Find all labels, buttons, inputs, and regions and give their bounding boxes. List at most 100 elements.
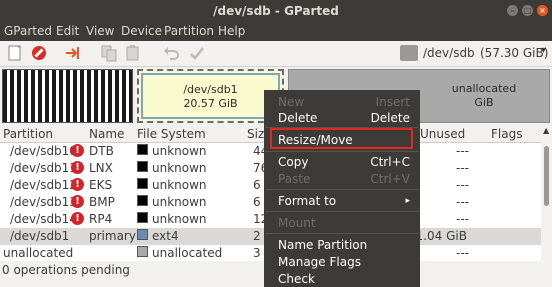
cell-filesystem: unallocated (152, 246, 223, 260)
warning-icon: ! (71, 195, 84, 208)
cell-filesystem: unknown (152, 195, 207, 209)
cell-filesystem: unknown (152, 161, 207, 175)
filesystem-color-swatch (137, 144, 148, 155)
close-icon[interactable]: × (537, 5, 548, 16)
device-selector[interactable]: /dev/sdb (57.30 GiB) ▾ (400, 43, 550, 64)
title-bar: /dev/sdb - GParted – □ × (0, 0, 552, 22)
filesystem-color-swatch (137, 195, 148, 206)
chevron-down-icon: ▾ (541, 45, 547, 56)
table-scrollbar[interactable]: ▲ (541, 126, 552, 261)
cell-unused: --- (456, 246, 469, 260)
menu-item-format-to-label: Format to (278, 194, 337, 208)
chevron-right-icon: ▸ (405, 196, 410, 206)
cell-unused: --- (456, 212, 469, 226)
menu-item-mount-label: Mount (278, 216, 316, 230)
menu-item-delete-shortcut: Delete (370, 111, 410, 125)
menu-item-paste-label: Paste (278, 172, 311, 186)
delete-partition-icon[interactable] (30, 44, 48, 62)
warning-icon: ! (71, 212, 84, 225)
operations-pending: 0 operations pending (2, 263, 130, 277)
apply-icon[interactable] (188, 44, 206, 62)
resize-move-icon[interactable] (64, 44, 82, 62)
drive-icon (400, 45, 418, 61)
cell-unused: 1.04 GiB (415, 229, 467, 243)
col-name[interactable]: Name (89, 127, 124, 141)
cell-partition: /dev/sdb1 (10, 229, 70, 243)
cell-name: LNX (89, 161, 113, 175)
device-name: /dev/sdb (423, 46, 475, 60)
cell-unused: --- (456, 178, 469, 192)
cell-size: 6 (253, 178, 261, 192)
maximize-icon[interactable]: □ (522, 5, 533, 16)
col-partition[interactable]: Partition (3, 127, 53, 141)
menu-separator (265, 189, 419, 190)
menu-item-new-shortcut: Insert (375, 95, 410, 109)
menu-separator (265, 211, 419, 212)
cell-partition: /dev/sdb13 (10, 195, 77, 209)
cell-unused: --- (456, 195, 469, 209)
filesystem-color-swatch (137, 212, 148, 223)
warning-icon: ! (71, 178, 84, 191)
scroll-up-icon[interactable]: ▲ (543, 126, 549, 135)
device-size: (57.30 GiB) (480, 46, 549, 60)
menu-help[interactable]: Help (218, 24, 245, 38)
warning-icon: ! (71, 144, 84, 157)
cell-unused: --- (456, 144, 469, 158)
small-partitions-block[interactable] (2, 69, 133, 123)
cell-name: DTB (89, 144, 114, 158)
menu-item-new-label: New (278, 95, 305, 109)
menu-item-paste-shortcut: Ctrl+V (370, 172, 410, 186)
menu-partition[interactable]: Partition (164, 24, 214, 38)
menu-item-copy-shortcut: Ctrl+C (370, 155, 410, 169)
undo-icon[interactable] (162, 44, 180, 62)
col-unused[interactable]: Unused (420, 127, 465, 141)
filesystem-color-swatch (137, 161, 148, 172)
filesystem-color-swatch (137, 229, 148, 240)
partition-usage-outline (141, 73, 280, 119)
cell-partition: unallocated (3, 246, 74, 260)
window-title: /dev/sdb - GParted (213, 4, 339, 18)
cell-partition: /dev/sdb10 (10, 144, 77, 158)
graph-unallocated-size: GiB (474, 96, 494, 109)
filesystem-color-swatch (137, 178, 148, 189)
col-flags[interactable]: Flags (491, 127, 522, 141)
graph-unallocated-label: unallocated (451, 82, 517, 95)
cell-name: EKS (89, 178, 113, 192)
menu-view[interactable]: View (86, 24, 114, 38)
menu-gparted[interactable]: GParted (4, 24, 52, 38)
warning-icon: ! (71, 161, 84, 174)
cell-filesystem: unknown (152, 178, 207, 192)
cell-size: 2 (253, 229, 261, 243)
cell-filesystem: unknown (152, 144, 207, 158)
graph-partition-sdb1[interactable]: /dev/sdb1 20.57 GiB (137, 69, 284, 123)
cell-name: primary (89, 229, 136, 243)
cell-unused: --- (456, 161, 469, 175)
minimize-icon[interactable]: – (507, 5, 518, 16)
menu-separator (265, 233, 419, 234)
paste-icon[interactable] (124, 44, 142, 62)
partition-context-menu: New Insert Delete Delete Resize/Move Cop… (264, 90, 420, 287)
menu-bar: GParted Edit View Device Partition Help (0, 22, 552, 41)
graph-sdb1-name: /dev/sdb1 (183, 83, 238, 96)
graph-sdb1-size: 20.57 GiB (183, 97, 238, 110)
menu-edit[interactable]: Edit (56, 24, 79, 38)
cell-partition: /dev/sdb14 (10, 212, 77, 226)
menu-item-check-label: Check (278, 272, 315, 286)
cell-partition: /dev/sdb12 (10, 178, 77, 192)
copy-icon[interactable] (100, 44, 118, 62)
cell-filesystem: unknown (152, 212, 207, 226)
col-size[interactable]: Siz (247, 127, 264, 141)
new-partition-icon[interactable] (6, 44, 24, 62)
cell-size: 6 (253, 195, 261, 209)
menu-item-resize-move-label: Resize/Move (278, 133, 353, 147)
cell-size: 3 (253, 246, 261, 260)
menu-item-copy-label: Copy (278, 155, 309, 169)
filesystem-color-swatch (137, 246, 148, 257)
menu-item-manage-flags-label: Manage Flags (278, 255, 361, 269)
menu-device[interactable]: Device (121, 24, 162, 38)
menu-item-delete-label: Delete (278, 111, 318, 125)
cell-name: BMP (89, 195, 115, 209)
cell-partition: /dev/sdb11 (10, 161, 77, 175)
scrollbar-thumb[interactable] (544, 146, 549, 206)
col-filesystem[interactable]: File System (137, 127, 206, 141)
